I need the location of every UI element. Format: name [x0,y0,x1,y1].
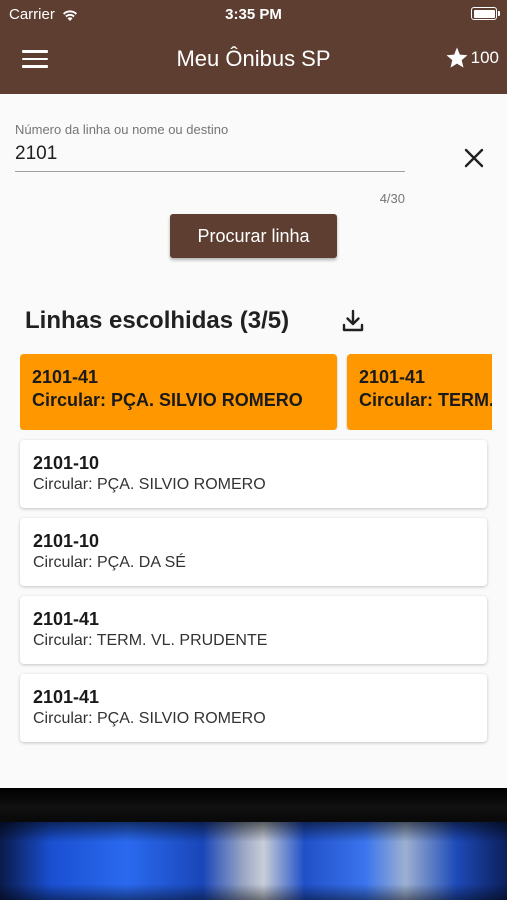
line-destination: Circular: TERM. VL. PRUDENTE [359,390,492,410]
favorites-count: 100 [470,48,499,67]
result-line-card[interactable]: 2101-10 Circular: PÇA. DA SÉ [20,518,487,586]
result-line-card[interactable]: 2101-10 Circular: PÇA. SILVIO ROMERO [20,440,487,508]
close-icon[interactable] [461,145,487,171]
battery-icon [471,7,500,20]
chosen-line-card[interactable]: 2101-41 Circular: TERM. VL. PRUDENTE [347,354,492,430]
search-label: Número da linha ou nome ou destino [15,122,229,137]
line-destination: Circular: PÇA. DA SÉ [33,554,186,571]
line-number: 2101-41 [33,609,100,629]
chosen-lines-title: Linhas escolhidas (3/5) [25,307,290,334]
status-bar: Carrier 3:35 PM [0,0,507,28]
download-icon[interactable] [340,308,366,334]
status-time: 3:35 PM [225,6,282,23]
result-line-card[interactable]: 2101-41 Circular: TERM. VL. PRUDENTE [20,596,487,664]
star-icon [446,47,468,68]
line-number: 2101-41 [359,367,426,387]
search-input[interactable] [15,141,405,172]
result-line-card[interactable]: 2101-41 Circular: PÇA. SILVIO ROMERO [20,674,487,742]
line-destination: Circular: PÇA. SILVIO ROMERO [33,710,266,727]
top-bar: Carrier 3:35 PM Meu Ônibus SP 100 [0,0,507,94]
favorites-button[interactable]: 100 [445,46,499,70]
line-destination: Circular: PÇA. SILVIO ROMERO [32,390,303,410]
line-destination: Circular: PÇA. SILVIO ROMERO [33,476,266,493]
line-number: 2101-10 [33,453,100,473]
character-counter: 4/30 [379,191,405,206]
line-destination: Circular: TERM. VL. PRUDENTE [33,632,268,649]
chosen-lines-carousel[interactable]: 2101-41 Circular: PÇA. SILVIO ROMERO 210… [20,354,492,430]
search-button[interactable]: Procurar linha [170,214,337,258]
chosen-line-card[interactable]: 2101-41 Circular: PÇA. SILVIO ROMERO [20,354,337,430]
bottom-banner-image [0,788,507,900]
line-number: 2101-41 [33,687,100,707]
app-title: Meu Ônibus SP [176,46,331,71]
line-number: 2101-10 [33,531,100,551]
search-field: Número da linha ou nome ou destino [15,122,405,172]
app-bar: Meu Ônibus SP 100 [0,28,507,94]
line-number: 2101-41 [32,367,99,387]
